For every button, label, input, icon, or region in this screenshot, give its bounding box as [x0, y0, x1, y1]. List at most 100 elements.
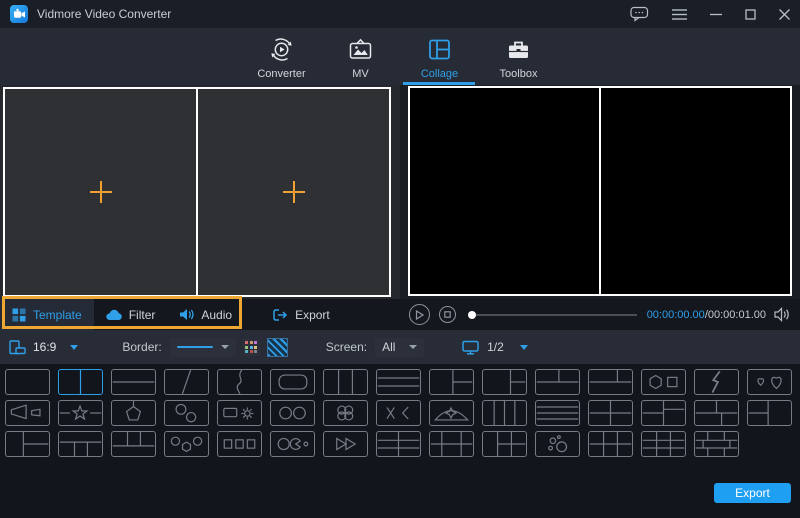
feedback-icon[interactable] — [630, 6, 649, 22]
play-icon — [415, 310, 424, 320]
template-thumb-clover[interactable] — [323, 400, 368, 426]
template-row-1 — [5, 369, 795, 395]
tab-filter-label: Filter — [129, 308, 156, 322]
collage-icon — [426, 36, 453, 63]
add-media-icon[interactable] — [282, 180, 306, 204]
template-thumb-star-banner[interactable] — [58, 400, 103, 426]
template-row-3 — [5, 431, 795, 457]
template-thumb-megaphone[interactable] — [5, 400, 50, 426]
template-grid — [0, 364, 800, 460]
template-thumb-grid-wide-middle[interactable] — [429, 431, 474, 457]
template-thumb-left-col-right-grid[interactable] — [482, 431, 527, 457]
template-thumb-grid-3rows-2cols[interactable] — [376, 431, 421, 457]
template-thumb-top-3cols-bottom-row[interactable] — [111, 431, 156, 457]
minimize-icon[interactable] — [710, 9, 722, 19]
template-thumb-split-2-rows[interactable] — [111, 369, 156, 395]
template-thumb-two-circles[interactable] — [270, 400, 315, 426]
template-thumb-pentagon[interactable] — [111, 400, 156, 426]
border-line-sample — [177, 346, 213, 348]
template-thumb-left-2rows-right-col[interactable] — [747, 400, 792, 426]
template-thumb-hexagon-square[interactable] — [641, 369, 686, 395]
aspect-ratio-icon — [9, 340, 26, 355]
export-button-label: Export — [735, 486, 770, 500]
template-thumb-split-curve[interactable] — [217, 369, 262, 395]
tab-mv[interactable]: MV — [321, 28, 400, 85]
tab-export-label: Export — [295, 308, 330, 322]
template-thumb-hearts[interactable] — [747, 369, 792, 395]
screen-select-caret-icon — [409, 345, 417, 349]
tab-export[interactable]: Export — [260, 299, 342, 330]
template-thumb-bubbles[interactable] — [535, 431, 580, 457]
screen-pager-caret-icon[interactable] — [520, 345, 528, 350]
template-thumb-left-col-right-2rows[interactable] — [429, 369, 474, 395]
border-color-button[interactable] — [243, 339, 260, 356]
export-button[interactable]: Export — [714, 483, 791, 503]
template-thumb-brick-grid[interactable] — [694, 431, 739, 457]
template-thumb-three-squares[interactable] — [217, 431, 262, 457]
template-thumb-single[interactable] — [5, 369, 50, 395]
tab-toolbox[interactable]: Toolbox — [479, 28, 558, 85]
volume-icon[interactable] — [774, 307, 791, 322]
playback-controls: 00:00:00.00/00:00:01.00 — [400, 299, 800, 330]
screen-select[interactable]: All — [375, 338, 424, 357]
template-thumb-top-row-bottom-3cols[interactable] — [58, 431, 103, 457]
template-thumb-split-3-cols[interactable] — [323, 369, 368, 395]
template-thumb-grid-2x2-right-offset[interactable] — [641, 400, 686, 426]
template-thumb-split-2-cols[interactable] — [58, 369, 103, 395]
border-style-select[interactable] — [170, 338, 236, 357]
border-label: Border: — [122, 340, 161, 354]
seek-slider[interactable] — [468, 314, 637, 316]
template-thumb-split-4-rows[interactable] — [535, 400, 580, 426]
aspect-ratio-caret-icon[interactable] — [70, 345, 78, 350]
template-thumb-inset-rounded[interactable] — [270, 369, 315, 395]
play-button[interactable] — [409, 304, 430, 325]
template-thumb-two-arrows[interactable] — [323, 431, 368, 457]
add-media-icon[interactable] — [89, 180, 113, 204]
palette-icon — [245, 341, 257, 353]
template-thumb-top-2cols-bottom-row[interactable] — [535, 369, 580, 395]
template-thumb-grid-2x2[interactable] — [588, 400, 633, 426]
template-thumb-arch-flower[interactable] — [429, 400, 474, 426]
time-current: 00:00:00.00 — [647, 309, 705, 321]
menu-icon[interactable] — [672, 9, 687, 20]
template-thumb-split-3-rows[interactable] — [376, 369, 421, 395]
tab-template[interactable]: Template — [0, 299, 94, 330]
template-thumb-top-offset-2cols-bottom-row[interactable] — [588, 369, 633, 395]
template-thumb-grid-3x3[interactable] — [641, 431, 686, 457]
editor-tab-strip: Template Filter Audio Export — [0, 299, 400, 330]
template-thumb-circle-pacman-dot[interactable] — [270, 431, 315, 457]
collage-slot-2[interactable] — [198, 89, 389, 295]
template-thumb-circle-hexagon-circle[interactable] — [164, 431, 209, 457]
template-thumb-cross-brackets[interactable] — [376, 400, 421, 426]
template-thumb-lightning-split[interactable] — [694, 369, 739, 395]
tab-converter[interactable]: Converter — [242, 28, 321, 85]
maximize-icon[interactable] — [745, 9, 756, 20]
seek-handle[interactable] — [468, 311, 476, 319]
collage-slot-1[interactable] — [5, 89, 198, 295]
tab-collage[interactable]: Collage — [400, 28, 479, 85]
tab-template-label: Template — [33, 308, 82, 322]
stop-button[interactable] — [439, 306, 456, 323]
converter-icon — [268, 36, 295, 63]
template-thumb-left-col-right-2rows-b[interactable] — [5, 431, 50, 457]
template-thumb-circles-diagonal[interactable] — [164, 400, 209, 426]
template-thumb-tag-starburst[interactable] — [217, 400, 262, 426]
template-thumb-grid-2x3[interactable] — [588, 431, 633, 457]
preview-canvas — [408, 86, 792, 296]
template-thumb-split-diagonal[interactable] — [164, 369, 209, 395]
screen-select-value: All — [382, 340, 395, 354]
template-thumb-grid-2x2-top-offset[interactable] — [694, 400, 739, 426]
template-thumb-split-4-cols[interactable] — [482, 400, 527, 426]
main-nav: Converter MV Collage Toolbox — [0, 28, 800, 85]
app-title: Vidmore Video Converter — [37, 7, 171, 21]
template-thumb-left-wide-right-2rows[interactable] — [482, 369, 527, 395]
app-logo-icon — [10, 5, 28, 23]
border-pattern-button[interactable] — [267, 338, 288, 357]
tab-audio[interactable]: Audio — [167, 299, 244, 330]
tab-toolbox-label: Toolbox — [500, 68, 538, 80]
preview-pane — [400, 85, 800, 299]
close-icon[interactable] — [779, 9, 790, 20]
tab-filter[interactable]: Filter — [94, 299, 168, 330]
collage-canvas — [3, 87, 391, 297]
screen-label: Screen: — [326, 340, 367, 354]
